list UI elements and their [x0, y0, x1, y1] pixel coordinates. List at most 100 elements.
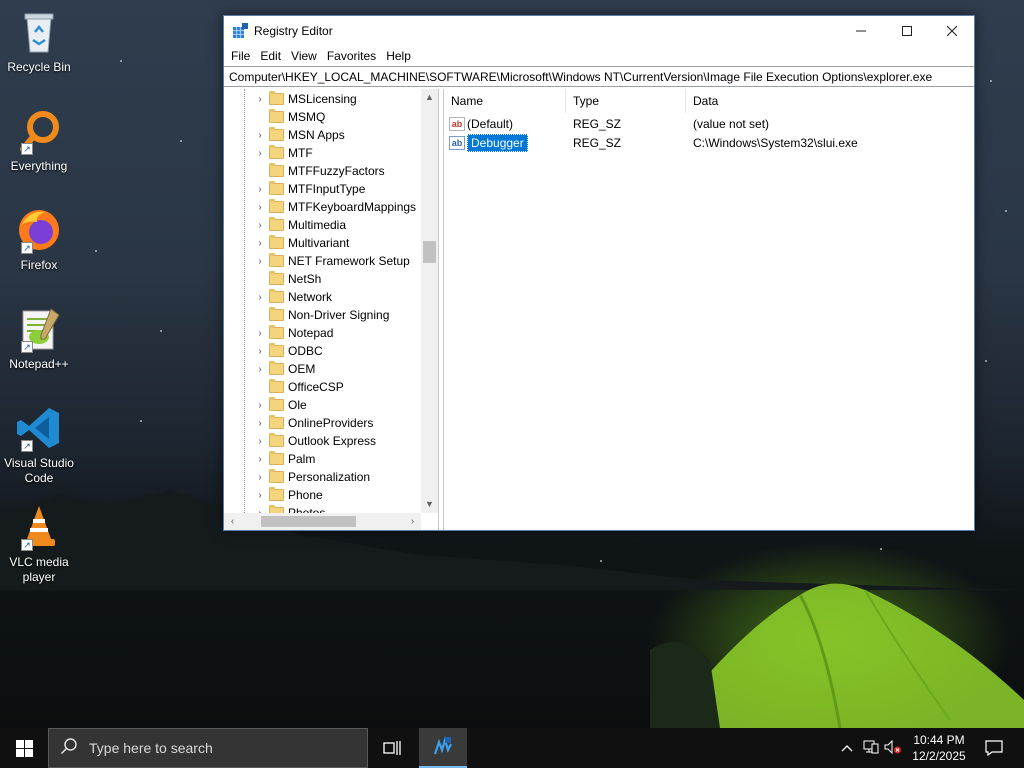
value-row-default[interactable]: ab (Default) REG_SZ (value not set) — [444, 114, 975, 133]
tree-item[interactable]: › Notepad — [254, 324, 333, 342]
chevron-right-icon[interactable]: › — [254, 454, 266, 465]
task-view-button[interactable] — [368, 728, 416, 768]
folder-icon — [269, 469, 284, 483]
chevron-right-icon[interactable]: › — [254, 418, 266, 429]
tree-item[interactable]: › MTF — [254, 144, 313, 162]
menu-favorites[interactable]: Favorites — [322, 49, 381, 63]
address-bar[interactable]: Computer\HKEY_LOCAL_MACHINE\SOFTWARE\Mic… — [224, 66, 974, 87]
tree-item[interactable]: › ODBC — [254, 342, 323, 360]
menu-file[interactable]: File — [226, 49, 255, 63]
chevron-right-icon[interactable]: › — [254, 472, 266, 483]
chevron-right-icon[interactable]: › — [254, 400, 266, 411]
firefox-icon: ↗ — [15, 206, 63, 254]
folder-icon — [269, 253, 284, 267]
values-list: Name Type Data ab (Default) REG_SZ (valu… — [443, 89, 974, 530]
desktop-icon-notepadpp[interactable]: ↗ Notepad++ — [4, 305, 74, 372]
key-tree: › MSLicensing › MSMQ › MSN Apps › MTF › MTFFuzzyF… — [224, 89, 439, 530]
scroll-down-icon[interactable]: ▼ — [421, 496, 438, 513]
menu-help[interactable]: Help — [381, 49, 416, 63]
menu-view[interactable]: View — [286, 49, 322, 63]
network-icon[interactable] — [860, 740, 882, 757]
tree-item[interactable]: › MSLicensing — [254, 90, 357, 108]
scroll-thumb[interactable] — [261, 516, 356, 527]
desktop-icon-label: VLC media player — [9, 555, 69, 584]
chevron-right-icon[interactable]: › — [254, 130, 266, 141]
tree-item-label: Multivariant — [288, 236, 350, 250]
minimize-icon — [856, 30, 866, 32]
scroll-right-icon[interactable]: › — [404, 513, 421, 530]
value-type: REG_SZ — [573, 135, 622, 150]
tree-item[interactable]: › MTFFuzzyFactors — [254, 162, 385, 180]
chevron-right-icon[interactable]: › — [254, 148, 266, 159]
tree-item[interactable]: › NetSh — [254, 270, 321, 288]
tree-item[interactable]: › Multivariant — [254, 234, 349, 252]
action-center-button[interactable] — [974, 728, 1014, 768]
chevron-right-icon[interactable]: › — [254, 256, 266, 267]
desktop-icon-label: Everything — [10, 159, 68, 173]
tree-item[interactable]: › MSN Apps — [254, 126, 345, 144]
tree-item[interactable]: › Network — [254, 288, 332, 306]
tree-item[interactable]: › MTFKeyboardMappings — [254, 198, 416, 216]
chevron-right-icon[interactable]: › — [254, 94, 266, 105]
desktop-icon-recycle-bin[interactable]: Recycle Bin — [4, 8, 74, 75]
tree-item[interactable]: › Photos — [254, 504, 325, 513]
tree-item-label: MSMQ — [288, 110, 326, 124]
desktop-icon-firefox[interactable]: ↗ Firefox — [4, 206, 74, 273]
scroll-thumb[interactable] — [423, 241, 436, 263]
tree-horizontal-scrollbar[interactable]: ‹ › — [224, 513, 421, 530]
tree-item-label: Ole — [288, 398, 307, 412]
registry-editor-window: Registry Editor File Edit View Favorites… — [223, 15, 975, 531]
tree-vertical-scrollbar[interactable]: ▲ ▼ — [421, 89, 438, 513]
chevron-right-icon[interactable]: › — [254, 436, 266, 447]
chevron-right-icon[interactable]: › — [254, 328, 266, 339]
tree-item[interactable]: › OEM — [254, 360, 315, 378]
tree-item[interactable]: › Ole — [254, 396, 307, 414]
scroll-up-icon[interactable]: ▲ — [421, 89, 438, 106]
value-type: REG_SZ — [573, 116, 622, 131]
tree-item[interactable]: › Multimedia — [254, 216, 346, 234]
window-title: Registry Editor — [254, 24, 333, 38]
chevron-right-icon[interactable]: › — [254, 364, 266, 375]
taskbar-search-box[interactable]: Type here to search — [48, 728, 368, 768]
chevron-right-icon[interactable]: › — [254, 292, 266, 303]
title-bar[interactable]: Registry Editor — [224, 16, 974, 46]
tree-item-label: MTFKeyboardMappings — [288, 200, 417, 214]
chevron-right-icon[interactable]: › — [254, 238, 266, 249]
column-type[interactable]: Type — [566, 89, 686, 113]
tree-item[interactable]: › OfficeCSP — [254, 378, 344, 396]
start-button[interactable] — [0, 728, 48, 768]
taskbar-regedit-button[interactable] — [419, 728, 467, 768]
column-data[interactable]: Data — [686, 89, 975, 113]
close-button[interactable] — [929, 16, 975, 46]
desktop-icon-vlc[interactable]: ↗ VLC media player — [4, 503, 74, 585]
chevron-right-icon[interactable]: › — [254, 220, 266, 231]
tree-item[interactable]: › Non-Driver Signing — [254, 306, 389, 324]
tree-item[interactable]: › OnlineProviders — [254, 414, 373, 432]
tree-item[interactable]: › Outlook Express — [254, 432, 376, 450]
value-row-debugger[interactable]: ab Debugger REG_SZ C:\Windows\System32\s… — [444, 133, 975, 152]
volume-muted-icon[interactable] — [882, 739, 904, 757]
chevron-right-icon[interactable]: › — [254, 202, 266, 213]
regedit-icon — [433, 736, 452, 755]
chevron-right-icon[interactable]: › — [254, 346, 266, 357]
minimize-button[interactable] — [838, 16, 884, 46]
tree-item[interactable]: › Personalization — [254, 468, 370, 486]
tree-item[interactable]: › Palm — [254, 450, 315, 468]
tree-item[interactable]: › Phone — [254, 486, 323, 504]
maximize-button[interactable] — [884, 16, 930, 46]
chevron-up-icon[interactable] — [838, 741, 856, 755]
menu-bar: File Edit View Favorites Help — [224, 46, 974, 66]
taskbar-clock[interactable]: 10:44 PM 12/2/2025 — [905, 732, 973, 764]
tree-item[interactable]: › MTFInputType — [254, 180, 365, 198]
column-name[interactable]: Name — [444, 89, 566, 113]
desktop-icon-everything[interactable]: ↗ Everything — [4, 107, 74, 174]
editor-panes: › MSLicensing › MSMQ › MSN Apps › MTF › MTFFuzzyF… — [224, 89, 974, 530]
chevron-right-icon[interactable]: › — [254, 490, 266, 501]
tree-item[interactable]: › MSMQ — [254, 108, 325, 126]
tree-item[interactable]: › NET Framework Setup — [254, 252, 410, 270]
scroll-left-icon[interactable]: ‹ — [224, 513, 241, 530]
desktop-icon-vscode[interactable]: ↗ Visual Studio Code — [4, 404, 74, 486]
folder-icon — [269, 379, 284, 393]
menu-edit[interactable]: Edit — [255, 49, 286, 63]
chevron-right-icon[interactable]: › — [254, 184, 266, 195]
